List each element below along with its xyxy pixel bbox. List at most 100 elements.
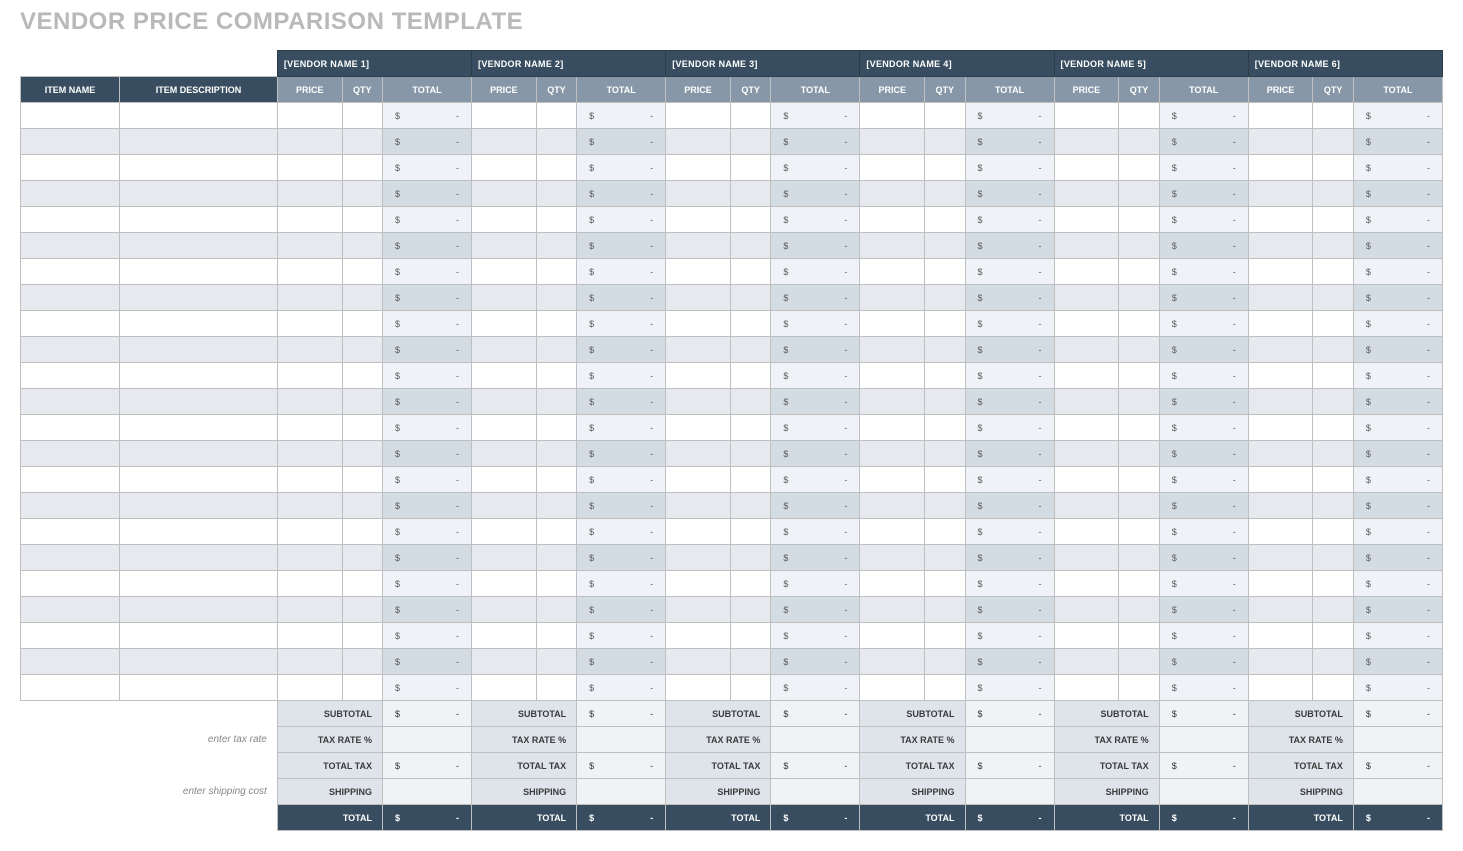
cell-item-desc[interactable] <box>120 181 278 207</box>
cell-item-name[interactable] <box>21 675 120 701</box>
cell-qty[interactable] <box>730 259 770 285</box>
cell-qty[interactable] <box>342 571 382 597</box>
cell-qty[interactable] <box>536 623 576 649</box>
cell-price[interactable] <box>666 337 731 363</box>
cell-qty[interactable] <box>1313 649 1353 675</box>
cell-price[interactable] <box>277 441 342 467</box>
cell-price[interactable] <box>666 623 731 649</box>
cell-price[interactable] <box>860 415 925 441</box>
cell-qty[interactable] <box>342 207 382 233</box>
cell-qty[interactable] <box>925 233 965 259</box>
cell-price[interactable] <box>1248 389 1313 415</box>
cell-item-name[interactable] <box>21 415 120 441</box>
cell-item-name[interactable] <box>21 571 120 597</box>
cell-item-name[interactable] <box>21 259 120 285</box>
cell-price[interactable] <box>1248 285 1313 311</box>
cell-qty[interactable] <box>730 389 770 415</box>
cell-qty[interactable] <box>730 675 770 701</box>
cell-item-name[interactable] <box>21 389 120 415</box>
cell-item-name[interactable] <box>21 363 120 389</box>
vendor-header-1[interactable]: [VENDOR NAME 1] <box>277 51 471 77</box>
cell-qty[interactable] <box>925 259 965 285</box>
cell-qty[interactable] <box>1119 337 1159 363</box>
cell-price[interactable] <box>277 363 342 389</box>
cell-item-desc[interactable] <box>120 285 278 311</box>
cell-qty[interactable] <box>536 181 576 207</box>
cell-qty[interactable] <box>1313 441 1353 467</box>
cell-qty[interactable] <box>342 285 382 311</box>
cell-price[interactable] <box>860 181 925 207</box>
vendor-header-5[interactable]: [VENDOR NAME 5] <box>1054 51 1248 77</box>
cell-qty[interactable] <box>536 259 576 285</box>
summary-input[interactable] <box>965 779 1054 805</box>
cell-price[interactable] <box>277 649 342 675</box>
cell-price[interactable] <box>1054 363 1119 389</box>
cell-qty[interactable] <box>730 103 770 129</box>
cell-price[interactable] <box>277 337 342 363</box>
cell-qty[interactable] <box>1119 415 1159 441</box>
cell-price[interactable] <box>666 415 731 441</box>
cell-price[interactable] <box>860 337 925 363</box>
cell-qty[interactable] <box>925 103 965 129</box>
cell-item-name[interactable] <box>21 181 120 207</box>
cell-item-name[interactable] <box>21 129 120 155</box>
cell-price[interactable] <box>472 103 537 129</box>
cell-qty[interactable] <box>925 181 965 207</box>
cell-qty[interactable] <box>1119 441 1159 467</box>
cell-qty[interactable] <box>536 571 576 597</box>
cell-price[interactable] <box>860 623 925 649</box>
cell-price[interactable] <box>472 519 537 545</box>
cell-price[interactable] <box>277 571 342 597</box>
cell-price[interactable] <box>1054 337 1119 363</box>
cell-qty[interactable] <box>1119 675 1159 701</box>
cell-price[interactable] <box>1248 363 1313 389</box>
cell-qty[interactable] <box>342 103 382 129</box>
cell-qty[interactable] <box>1313 623 1353 649</box>
cell-qty[interactable] <box>536 415 576 441</box>
cell-price[interactable] <box>1054 311 1119 337</box>
cell-price[interactable] <box>666 363 731 389</box>
cell-qty[interactable] <box>536 311 576 337</box>
cell-qty[interactable] <box>730 571 770 597</box>
cell-price[interactable] <box>472 337 537 363</box>
cell-price[interactable] <box>666 441 731 467</box>
cell-price[interactable] <box>472 649 537 675</box>
cell-price[interactable] <box>1248 545 1313 571</box>
cell-price[interactable] <box>860 441 925 467</box>
cell-item-name[interactable] <box>21 597 120 623</box>
cell-price[interactable] <box>1248 493 1313 519</box>
cell-price[interactable] <box>472 207 537 233</box>
cell-price[interactable] <box>860 675 925 701</box>
cell-qty[interactable] <box>1119 545 1159 571</box>
cell-qty[interactable] <box>1313 285 1353 311</box>
cell-qty[interactable] <box>1119 493 1159 519</box>
cell-price[interactable] <box>666 181 731 207</box>
cell-price[interactable] <box>1054 389 1119 415</box>
cell-item-desc[interactable] <box>120 493 278 519</box>
cell-price[interactable] <box>277 415 342 441</box>
cell-item-desc[interactable] <box>120 597 278 623</box>
cell-price[interactable] <box>666 155 731 181</box>
cell-qty[interactable] <box>342 623 382 649</box>
cell-price[interactable] <box>860 155 925 181</box>
cell-qty[interactable] <box>1313 337 1353 363</box>
summary-input[interactable] <box>1353 727 1442 753</box>
cell-price[interactable] <box>1248 103 1313 129</box>
cell-qty[interactable] <box>342 259 382 285</box>
cell-item-desc[interactable] <box>120 675 278 701</box>
cell-qty[interactable] <box>536 207 576 233</box>
cell-qty[interactable] <box>925 155 965 181</box>
cell-qty[interactable] <box>730 649 770 675</box>
cell-price[interactable] <box>860 311 925 337</box>
cell-qty[interactable] <box>925 337 965 363</box>
cell-price[interactable] <box>1248 571 1313 597</box>
cell-qty[interactable] <box>925 519 965 545</box>
cell-price[interactable] <box>1248 181 1313 207</box>
cell-qty[interactable] <box>1119 311 1159 337</box>
cell-price[interactable] <box>860 649 925 675</box>
cell-price[interactable] <box>666 467 731 493</box>
cell-qty[interactable] <box>730 493 770 519</box>
cell-price[interactable] <box>277 623 342 649</box>
cell-price[interactable] <box>472 571 537 597</box>
cell-price[interactable] <box>1054 467 1119 493</box>
